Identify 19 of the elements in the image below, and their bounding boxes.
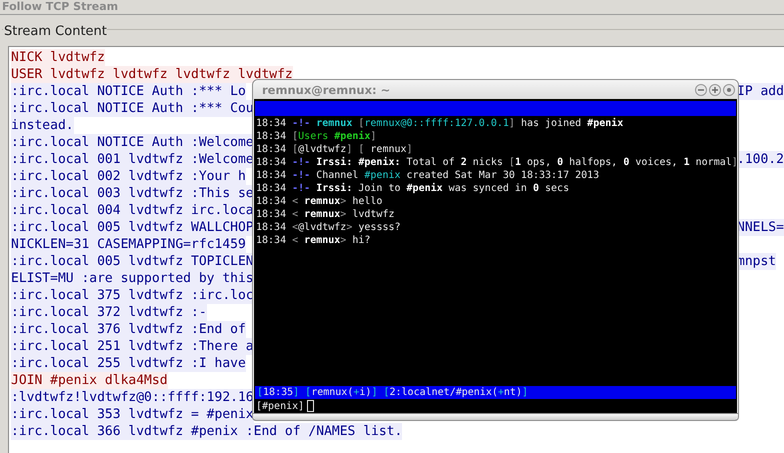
chat-line: 18:34 < remnux> hello xyxy=(256,195,384,208)
horizontal-scrollbar[interactable] xyxy=(253,413,738,420)
chat-line: 18:34 -!- Channel #penix created Sat Mar 30 18:33:17 2013 xyxy=(256,169,600,182)
maximize-icon[interactable] xyxy=(709,84,721,96)
text-cursor xyxy=(307,400,314,412)
chat-line: 18:34 [Users #penix] xyxy=(256,130,378,143)
chat-line: 18:34 < remnux> lvdtwfz xyxy=(256,208,396,221)
close-icon[interactable] xyxy=(723,84,735,96)
chat-line: 18:34 <@lvdtwfz> yessss? xyxy=(256,221,402,234)
chat-line: 18:34 [@lvdtwfz] [ remnux] xyxy=(256,143,414,156)
terminal-title: remnux@remnux: ~ xyxy=(262,82,390,96)
chat-line: 18:34 < remnux> hi? xyxy=(256,234,372,247)
window-title: Follow TCP Stream xyxy=(2,0,118,13)
chat-line: 18:34 -!- Irssi: Join to #penix was synced in 0 secs xyxy=(256,182,570,195)
prompt-text: [#penix] xyxy=(256,400,304,412)
chat-line: 18:34 -!- Irssi: #penix: Total of 2 nicks [1 ops, 0 halfops, 0 voices, 1 normal] xyxy=(256,156,737,169)
status-bar: [18:35] [remnux(+i)] [2:localnet/#penix(+nt)] xyxy=(255,386,736,399)
chat-line: 18:34 -!- remnux [remnux@0::ffff:127.0.0.1] has joined #penix xyxy=(256,117,624,130)
minimize-icon[interactable] xyxy=(695,84,707,96)
